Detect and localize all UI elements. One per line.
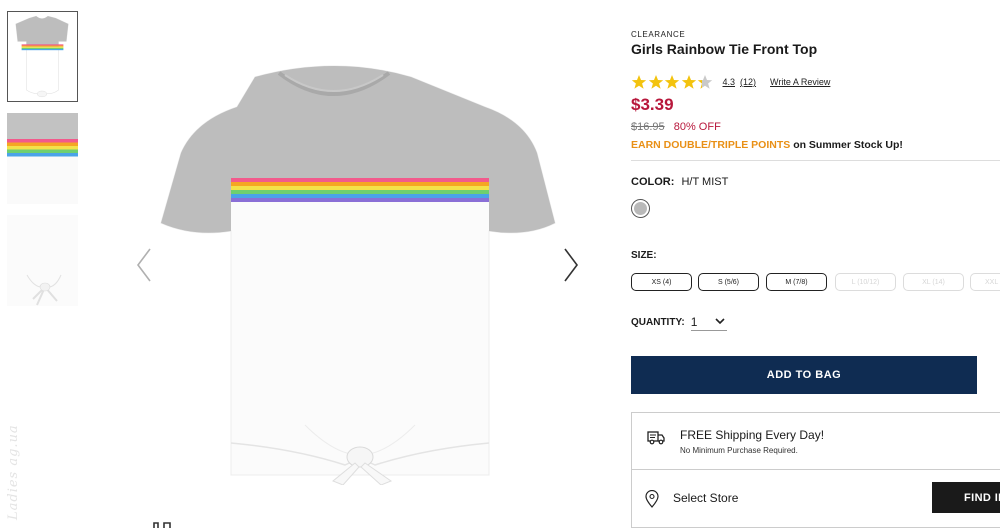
chevron-left-icon bbox=[137, 248, 151, 282]
store-row: Select Store FIND IN STORE bbox=[632, 470, 1000, 528]
product-title: Girls Rainbow Tie Front Top bbox=[631, 41, 818, 57]
quantity-label: QUANTITY: bbox=[631, 316, 685, 328]
star-icon bbox=[631, 75, 647, 89]
thumbnail-detail-stripes[interactable] bbox=[7, 113, 78, 204]
carousel-mark bbox=[153, 522, 171, 528]
watermark-text: Ladies ag.ua bbox=[6, 424, 21, 520]
promo-text: on Summer Stock Up! bbox=[793, 139, 903, 151]
watermark: Ladies ag.ua bbox=[4, 400, 24, 520]
size-label: SIZE: bbox=[631, 250, 657, 261]
thumbnail-front-image bbox=[15, 15, 69, 98]
size-option[interactable]: S (5/6) bbox=[698, 273, 759, 291]
thumbnail-front[interactable] bbox=[7, 11, 78, 102]
star-rating bbox=[631, 74, 714, 90]
truck-icon bbox=[647, 431, 665, 445]
star-icon bbox=[697, 75, 713, 89]
size-option[interactable]: L (10/12) bbox=[835, 273, 896, 291]
write-review-link[interactable]: Write A Review bbox=[770, 77, 830, 87]
quantity-row: QUANTITY: 1 bbox=[631, 313, 727, 331]
price-comparison: $16.95 80% OFF bbox=[631, 121, 721, 133]
thumbnail-tie-image bbox=[7, 215, 78, 306]
rating-row: 4.3 (12) Write A Review bbox=[631, 74, 830, 90]
star-icon bbox=[664, 75, 680, 89]
thumbnail-detail-tie[interactable] bbox=[7, 215, 78, 306]
divider bbox=[631, 160, 1000, 161]
shirt-illustration bbox=[160, 65, 556, 485]
thumbnail-list bbox=[7, 11, 78, 317]
shipping-row: FREE Shipping Every Day! No Minimum Purc… bbox=[632, 413, 1000, 470]
shipping-title: FREE Shipping Every Day! bbox=[680, 428, 825, 442]
original-price: $16.95 bbox=[631, 121, 665, 133]
review-count[interactable]: (12) bbox=[740, 77, 756, 87]
fulfillment-box: FREE Shipping Every Day! No Minimum Purc… bbox=[631, 412, 1000, 528]
quantity-select[interactable]: 1 bbox=[690, 313, 727, 331]
discount-label: 80% OFF bbox=[673, 121, 721, 133]
chevron-right-icon bbox=[564, 248, 578, 282]
quantity-value: 1 bbox=[690, 314, 698, 329]
color-row: COLOR: H/T MIST bbox=[631, 176, 728, 188]
rating-average[interactable]: 4.3 bbox=[723, 77, 736, 87]
color-label: COLOR: bbox=[631, 176, 675, 188]
previous-image-button[interactable] bbox=[134, 247, 154, 283]
select-store-link[interactable]: Select Store bbox=[673, 491, 738, 505]
sale-price: $3.39 bbox=[631, 95, 674, 114]
find-in-store-button[interactable]: FIND IN STORE bbox=[932, 482, 1000, 513]
promo-message: EARN DOUBLE/TRIPLE POINTS on Summer Stoc… bbox=[631, 139, 903, 151]
size-options: XS (4) S (5/6) M (7/8) L (10/12) XL (14)… bbox=[631, 273, 1000, 291]
map-pin-icon bbox=[645, 490, 659, 508]
color-value: H/T MIST bbox=[681, 176, 729, 188]
shipping-subtitle: No Minimum Purchase Required. bbox=[680, 446, 798, 455]
thumbnail-stripes-image bbox=[7, 113, 78, 204]
size-option[interactable]: XS (4) bbox=[631, 273, 692, 291]
main-product-image bbox=[155, 45, 565, 485]
chevron-down-icon bbox=[715, 318, 725, 325]
add-to-bag-button[interactable]: ADD TO BAG bbox=[631, 356, 977, 394]
star-icon bbox=[648, 75, 663, 89]
size-option[interactable]: XL (14) bbox=[903, 273, 964, 291]
color-swatch[interactable] bbox=[631, 199, 650, 218]
product-details: CLEARANCE Girls Rainbow Tie Front Top 4.… bbox=[631, 0, 1000, 528]
promo-highlight: EARN DOUBLE/TRIPLE POINTS bbox=[631, 139, 791, 151]
color-swatch-fill bbox=[634, 202, 647, 215]
star-icon bbox=[681, 75, 696, 89]
size-option[interactable]: XXL (16) bbox=[970, 273, 1000, 291]
next-image-button[interactable] bbox=[561, 247, 581, 283]
size-option[interactable]: M (7/8) bbox=[766, 273, 827, 291]
clearance-badge: CLEARANCE bbox=[631, 30, 686, 39]
